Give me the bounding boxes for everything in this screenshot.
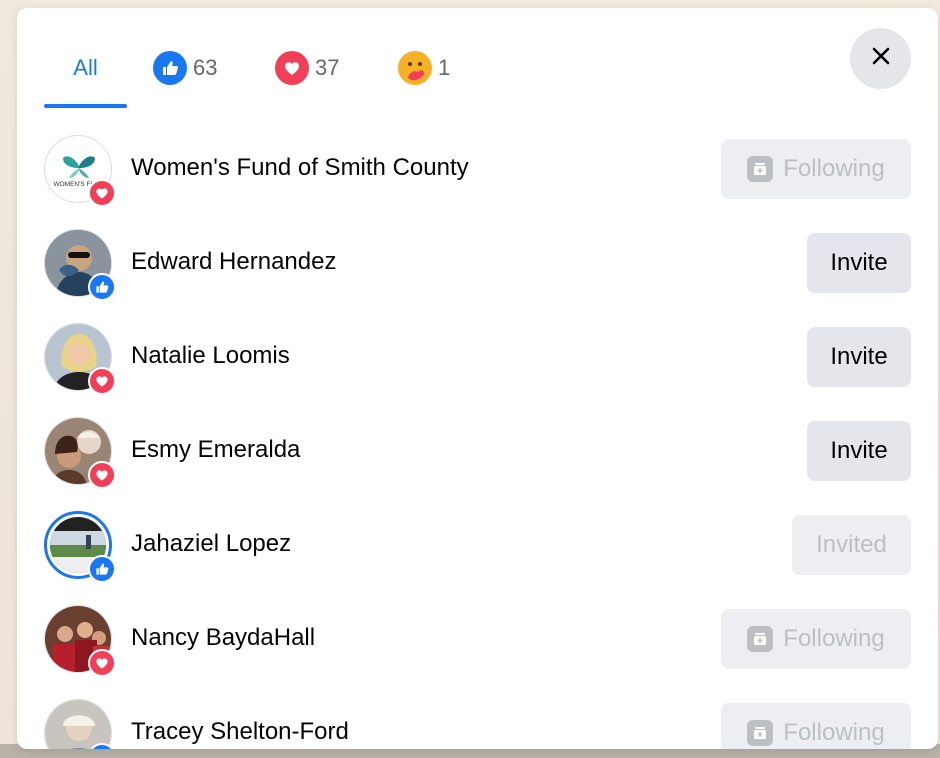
- tab-care[interactable]: 1: [398, 28, 450, 108]
- list-item: Edward Hernandez Invite: [17, 214, 938, 308]
- avatar-wrap[interactable]: [44, 699, 116, 749]
- invite-button[interactable]: Invite: [807, 421, 911, 481]
- reactions-dialog: All 63 37 1 WOMEN'S FUND Women's Fund of…: [17, 8, 938, 749]
- love-count: 37: [315, 55, 340, 80]
- list-item: Jahaziel Lopez Invited: [17, 496, 938, 590]
- avatar-wrap[interactable]: [44, 229, 116, 301]
- person-name[interactable]: Natalie Loomis: [131, 342, 290, 370]
- heart-icon: [88, 649, 116, 677]
- avatar-wrap[interactable]: [44, 605, 116, 677]
- list-item: Esmy Emeralda Invite: [17, 402, 938, 496]
- following-icon: [747, 720, 774, 746]
- avatar-wrap[interactable]: [44, 323, 116, 395]
- list-item: WOMEN'S FUND Women's Fund of Smith Count…: [17, 120, 938, 214]
- avatar-wrap[interactable]: WOMEN'S FUND: [44, 135, 116, 207]
- avatar: [44, 699, 112, 749]
- tab-all-label: All: [73, 55, 98, 80]
- avatar-wrap[interactable]: [44, 511, 116, 583]
- invited-label: Invited: [816, 531, 887, 558]
- following-button: Following: [721, 139, 911, 199]
- close-icon: [870, 45, 892, 72]
- active-tab-indicator: [44, 104, 127, 108]
- invite-label: Invite: [830, 437, 888, 464]
- following-label: Following: [783, 625, 885, 652]
- list-item: Natalie Loomis Invite: [17, 308, 938, 402]
- person-name[interactable]: Jahaziel Lopez: [131, 530, 291, 558]
- heart-icon: [88, 367, 116, 395]
- care-icon: [398, 51, 432, 85]
- avatar-wrap[interactable]: [44, 417, 116, 489]
- tab-like[interactable]: 63: [153, 28, 217, 108]
- person-name[interactable]: Nancy BaydaHall: [131, 624, 315, 652]
- invite-button[interactable]: Invite: [807, 233, 911, 293]
- list-item: Nancy BaydaHall Following: [17, 590, 938, 684]
- person-name[interactable]: Women's Fund of Smith County: [131, 154, 469, 182]
- close-button[interactable]: [850, 28, 911, 89]
- following-icon: [747, 626, 774, 652]
- following-button: Following: [721, 703, 911, 749]
- following-button: Following: [721, 609, 911, 669]
- care-count: 1: [438, 55, 451, 80]
- following-icon: [747, 156, 774, 182]
- invite-button[interactable]: Invite: [807, 327, 911, 387]
- like-count: 63: [193, 55, 218, 80]
- list-item: Tracey Shelton-Ford Following: [17, 684, 938, 749]
- person-name[interactable]: Esmy Emeralda: [131, 436, 300, 464]
- like-icon: [88, 273, 116, 301]
- invite-label: Invite: [830, 249, 888, 276]
- tab-all[interactable]: All: [44, 28, 127, 108]
- following-label: Following: [783, 719, 885, 746]
- person-name[interactable]: Tracey Shelton-Ford: [131, 718, 349, 746]
- heart-icon: [88, 461, 116, 489]
- person-name[interactable]: Edward Hernandez: [131, 248, 336, 276]
- tab-love[interactable]: 37: [275, 28, 339, 108]
- like-icon: [88, 555, 116, 583]
- like-icon: [153, 51, 187, 85]
- invited-button: Invited: [792, 515, 911, 575]
- reaction-tabs: All 63 37 1: [17, 8, 938, 108]
- heart-icon: [88, 179, 116, 207]
- invite-label: Invite: [830, 343, 888, 370]
- following-label: Following: [783, 155, 885, 182]
- heart-icon: [275, 51, 309, 85]
